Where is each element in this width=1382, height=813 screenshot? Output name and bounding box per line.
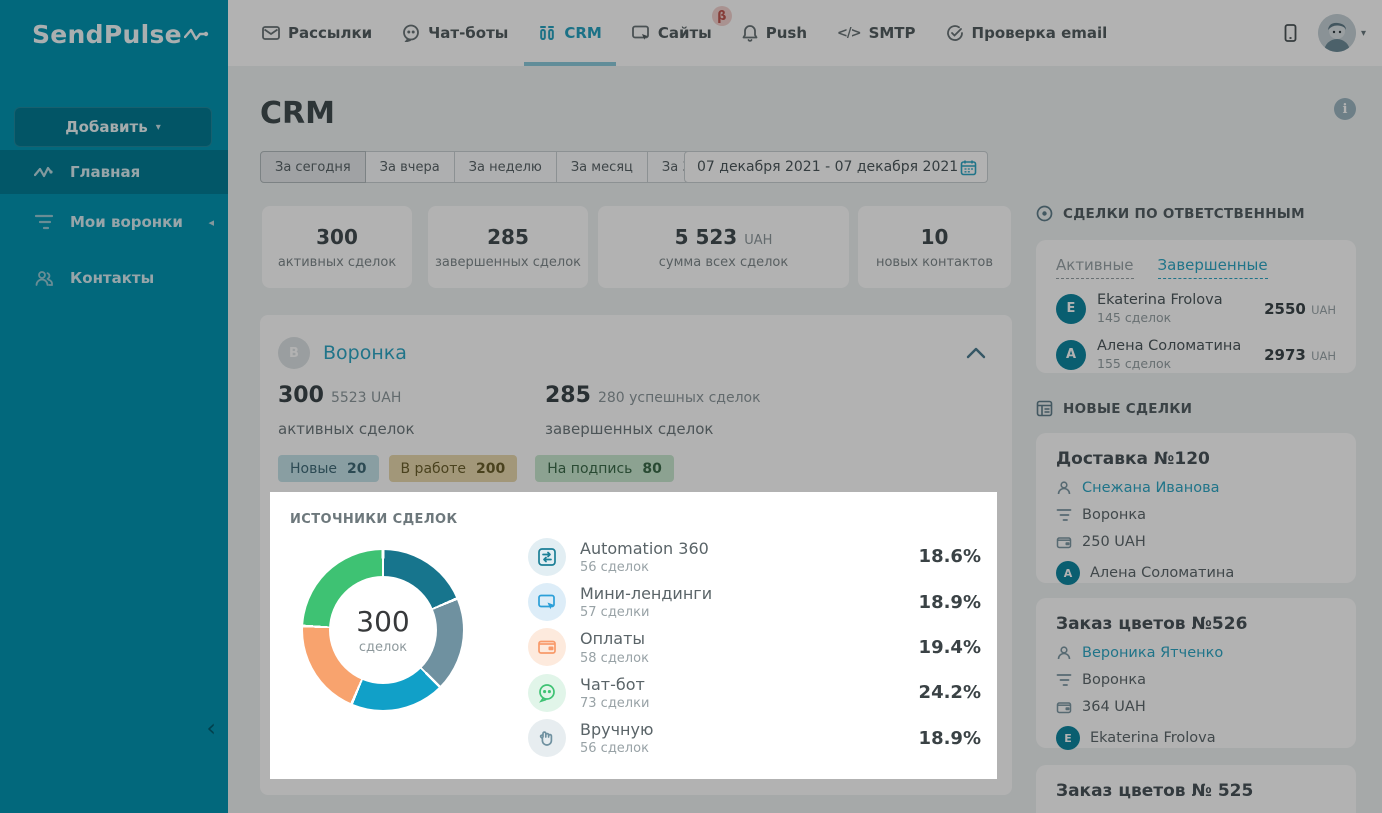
legend-name: Чат-бот — [580, 675, 649, 694]
deal-sources-legend: Automation 360 56 сделок 18.6% Мини-ленди… — [528, 534, 981, 761]
legend-row-manual: Вручную 56 сделок 18.9% — [528, 716, 981, 761]
legend-name: Вручную — [580, 720, 653, 739]
legend-name: Automation 360 — [580, 539, 709, 558]
legend-name: Оплаты — [580, 629, 649, 648]
donut-total: 300 — [356, 605, 409, 638]
donut-center: 300 сделок — [329, 576, 437, 684]
legend-percent: 18.6% — [919, 546, 981, 567]
legend-deals: 56 сделок — [580, 560, 709, 575]
legend-percent: 18.9% — [919, 592, 981, 613]
automation-icon — [528, 538, 566, 576]
legend-deals: 73 сделки — [580, 696, 649, 711]
legend-row-payments: Оплаты 58 сделок 19.4% — [528, 625, 981, 670]
legend-row-chatbot: Чат-бот 73 сделки 24.2% — [528, 670, 981, 715]
legend-percent: 18.9% — [919, 728, 981, 749]
deal-sources-section: ИСТОЧНИКИ СДЕЛОК 300 сделок Automation 3… — [270, 492, 997, 779]
deal-sources-donut-chart: 300 сделок — [303, 550, 463, 710]
wallet-icon — [528, 628, 566, 666]
legend-deals: 57 сделки — [580, 605, 712, 620]
chat-icon — [528, 674, 566, 712]
legend-deals: 58 сделок — [580, 651, 649, 666]
legend-deals: 56 сделок — [580, 741, 653, 756]
deal-sources-title: ИСТОЧНИКИ СДЕЛОК — [290, 512, 458, 527]
landing-icon — [528, 583, 566, 621]
legend-percent: 19.4% — [919, 637, 981, 658]
legend-row-automation: Automation 360 56 сделок 18.6% — [528, 534, 981, 579]
legend-row-landings: Мини-лендинги 57 сделки 18.9% — [528, 579, 981, 624]
legend-name: Мини-лендинги — [580, 584, 712, 603]
legend-percent: 24.2% — [919, 682, 981, 703]
hand-icon — [528, 719, 566, 757]
donut-total-label: сделок — [359, 640, 407, 655]
